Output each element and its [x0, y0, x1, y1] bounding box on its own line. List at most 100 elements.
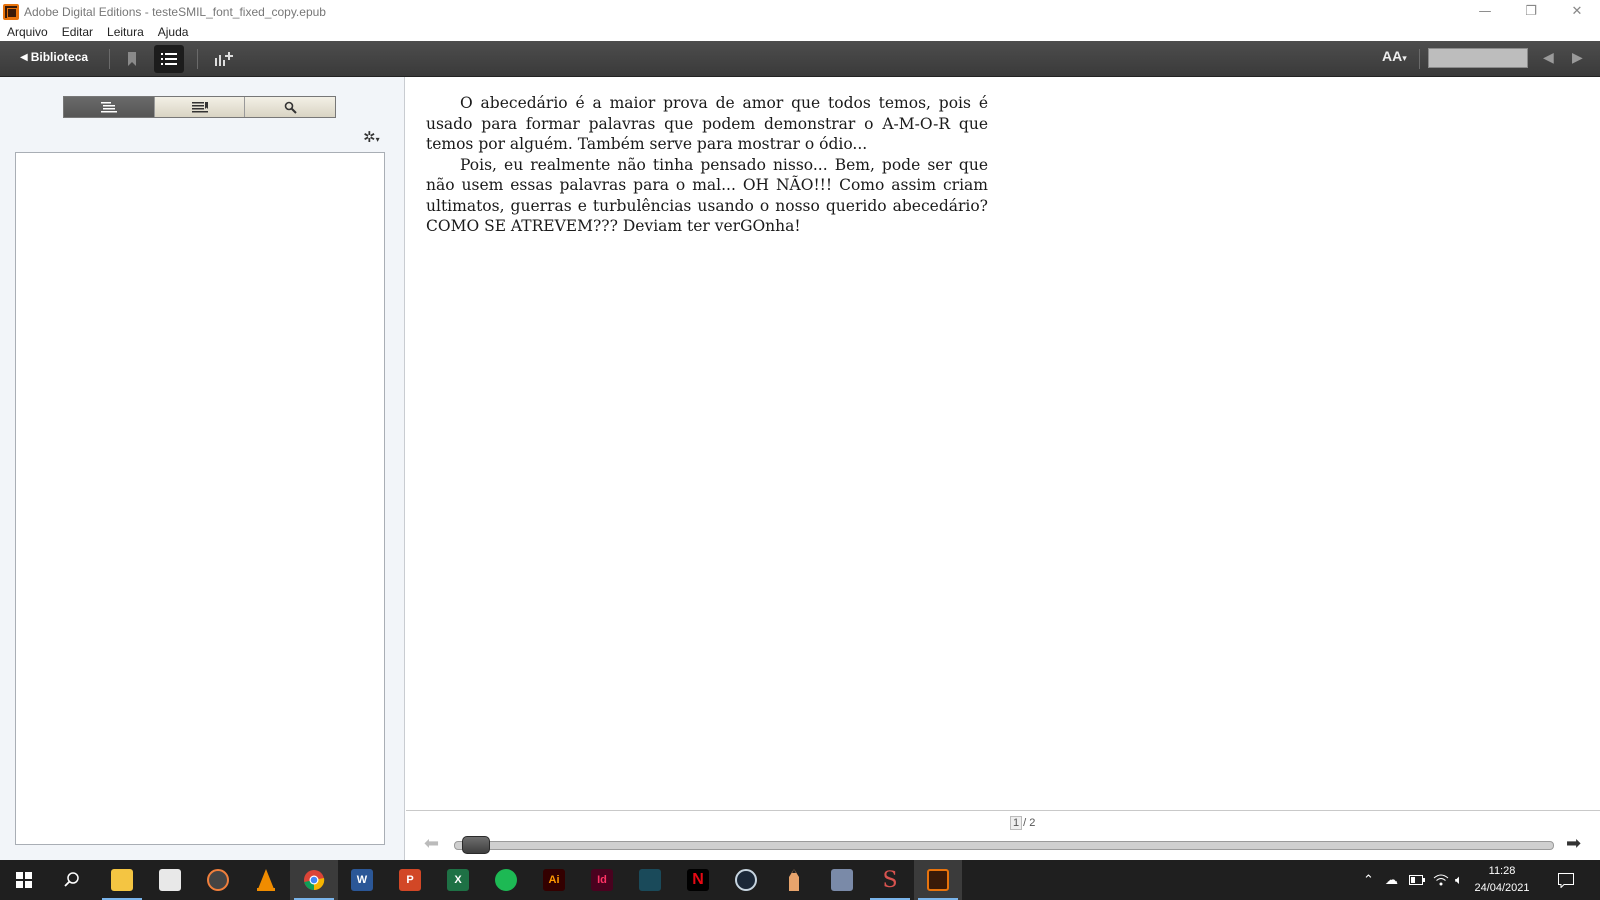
tab-bookmarks[interactable] [154, 97, 246, 117]
adobe-digital-editions-icon [927, 869, 949, 891]
menu-editar[interactable]: Editar [55, 25, 100, 39]
toolbar-divider [109, 49, 110, 69]
chevron-down-icon: ▾ [1402, 53, 1407, 63]
notification-icon [1558, 872, 1574, 888]
back-triangle-icon: ◀ [20, 51, 28, 63]
title-bar: Adobe Digital Editions - testeSMIL_font_… [0, 0, 1600, 23]
taskbar-kindle[interactable] [626, 860, 674, 900]
book-paragraph: O abecedário é a maior prova de amor que… [426, 94, 988, 153]
bookmark-button[interactable] [117, 45, 147, 73]
panel-options-button[interactable]: ✲▾ [363, 128, 380, 146]
page-navigation-bar: 1 / 2 ⬅ ➡ [406, 810, 1600, 860]
previous-page-arrow[interactable]: ⬅ [424, 833, 439, 854]
toolbar-divider [197, 49, 198, 69]
taskbar-s-app[interactable]: S [866, 860, 914, 900]
taskbar-app[interactable] [818, 860, 866, 900]
steam-icon [735, 869, 757, 891]
bookmark-icon [128, 52, 136, 66]
library-label: Biblioteca [30, 50, 89, 64]
window-title: Adobe Digital Editions - testeSMIL_font_… [24, 4, 326, 19]
book-paragraph: Pois, eu realmente não tinha pensado nis… [426, 155, 988, 236]
notifications-button[interactable] [1558, 860, 1574, 900]
navigation-panel: ✲▾ [0, 77, 405, 860]
window-controls: — ❐ ✕ [1462, 0, 1600, 23]
current-page-field[interactable]: 1 [1010, 816, 1023, 830]
library-button[interactable]: ◀ Biblioteca [20, 50, 88, 64]
cloud-icon: ☁ [1385, 872, 1398, 887]
excel-icon: X [447, 869, 469, 891]
font-size-label: AA [1382, 48, 1403, 64]
arrow-left-icon: ⬅ [424, 833, 440, 853]
search-button[interactable] [48, 860, 96, 900]
taskbar-illustrator[interactable]: Ai [530, 860, 578, 900]
onedrive-tray[interactable]: ☁ [1385, 860, 1398, 900]
taskbar-excel[interactable]: X [434, 860, 482, 900]
battery-tray[interactable] [1409, 860, 1425, 900]
bar-chart-plus-icon [215, 52, 233, 66]
taskbar-powerpoint[interactable]: P [386, 860, 434, 900]
minimize-button[interactable]: — [1462, 0, 1508, 23]
music-disc-icon [207, 869, 229, 891]
system-clock[interactable]: 11:28 24/04/2021 [1460, 863, 1544, 897]
taskbar-steam[interactable] [722, 860, 770, 900]
app-window-icon [831, 869, 853, 891]
taskbar-vlc[interactable] [242, 860, 290, 900]
taskbar-netflix[interactable]: N [674, 860, 722, 900]
contents-icon [100, 101, 117, 112]
page-slider-thumb[interactable] [462, 836, 490, 854]
reading-pane[interactable]: O abecedário é a maior prova de amor que… [406, 77, 1600, 810]
taskbar-music[interactable] [194, 860, 242, 900]
table-of-contents-list[interactable] [15, 152, 385, 845]
taskbar-chrome[interactable] [290, 860, 338, 900]
taskbar-store[interactable] [146, 860, 194, 900]
menu-arquivo[interactable]: Arquivo [0, 25, 55, 39]
total-pages-label: / 2 [1023, 817, 1036, 829]
font-size-button[interactable]: AA▾ [1382, 48, 1407, 64]
next-page-button[interactable]: ▶ [1572, 49, 1583, 66]
vlc-cone-icon [257, 869, 275, 891]
menu-leitura[interactable]: Leitura [100, 25, 151, 39]
windows-logo-icon [16, 872, 32, 888]
arrow-right-icon: ➡ [1566, 833, 1582, 853]
taskbar-indesign[interactable]: Id [578, 860, 626, 900]
store-icon [159, 869, 181, 891]
next-page-arrow[interactable]: ➡ [1566, 833, 1581, 854]
toc-panel-button[interactable] [154, 45, 184, 73]
indesign-icon: Id [591, 869, 613, 891]
taskbar-file-explorer[interactable] [98, 860, 146, 900]
list-icon [161, 53, 177, 65]
tab-contents[interactable] [64, 97, 155, 117]
close-button[interactable]: ✕ [1554, 0, 1600, 23]
previous-page-button[interactable]: ◀ [1543, 49, 1554, 66]
s-logo-icon: S [882, 867, 898, 893]
page-slider-track[interactable] [454, 841, 1554, 850]
search-input[interactable] [1428, 48, 1528, 68]
magnifier-icon [284, 101, 297, 114]
wifi-icon [1433, 874, 1449, 886]
battery-icon [1409, 875, 1425, 885]
taskbar-word[interactable]: W [338, 860, 386, 900]
taskbar-pencil-app[interactable] [770, 860, 818, 900]
start-button[interactable] [0, 860, 48, 900]
clock-time: 11:28 [1488, 865, 1516, 877]
restore-button[interactable]: ❐ [1508, 0, 1554, 23]
pencil-icon [789, 869, 799, 891]
show-hidden-icons-button[interactable]: ⌃ [1363, 860, 1374, 900]
wifi-tray[interactable] [1433, 860, 1449, 900]
book-page-text: O abecedário é a maior prova de amor que… [426, 93, 988, 237]
add-bar-chart-button[interactable] [209, 45, 239, 73]
toolbar: ◀ Biblioteca AA▾ ◀ ▶ [0, 41, 1600, 77]
menu-ajuda[interactable]: Ajuda [151, 25, 196, 39]
annotations-icon [191, 101, 208, 112]
menu-bar: Arquivo Editar Leitura Ajuda [0, 23, 1600, 41]
illustrator-icon: Ai [543, 869, 565, 891]
tab-search[interactable] [245, 97, 336, 117]
adobe-digital-editions-icon [3, 3, 19, 20]
kindle-icon [639, 869, 661, 891]
taskbar-spotify[interactable] [482, 860, 530, 900]
page-indicator: 1 / 2 [1010, 816, 1035, 830]
triangle-left-icon: ◀ [1543, 49, 1554, 65]
taskbar-adobe-digital-editions[interactable] [914, 860, 962, 900]
chevron-up-icon: ⌃ [1363, 872, 1374, 887]
panel-tabs [63, 96, 336, 118]
